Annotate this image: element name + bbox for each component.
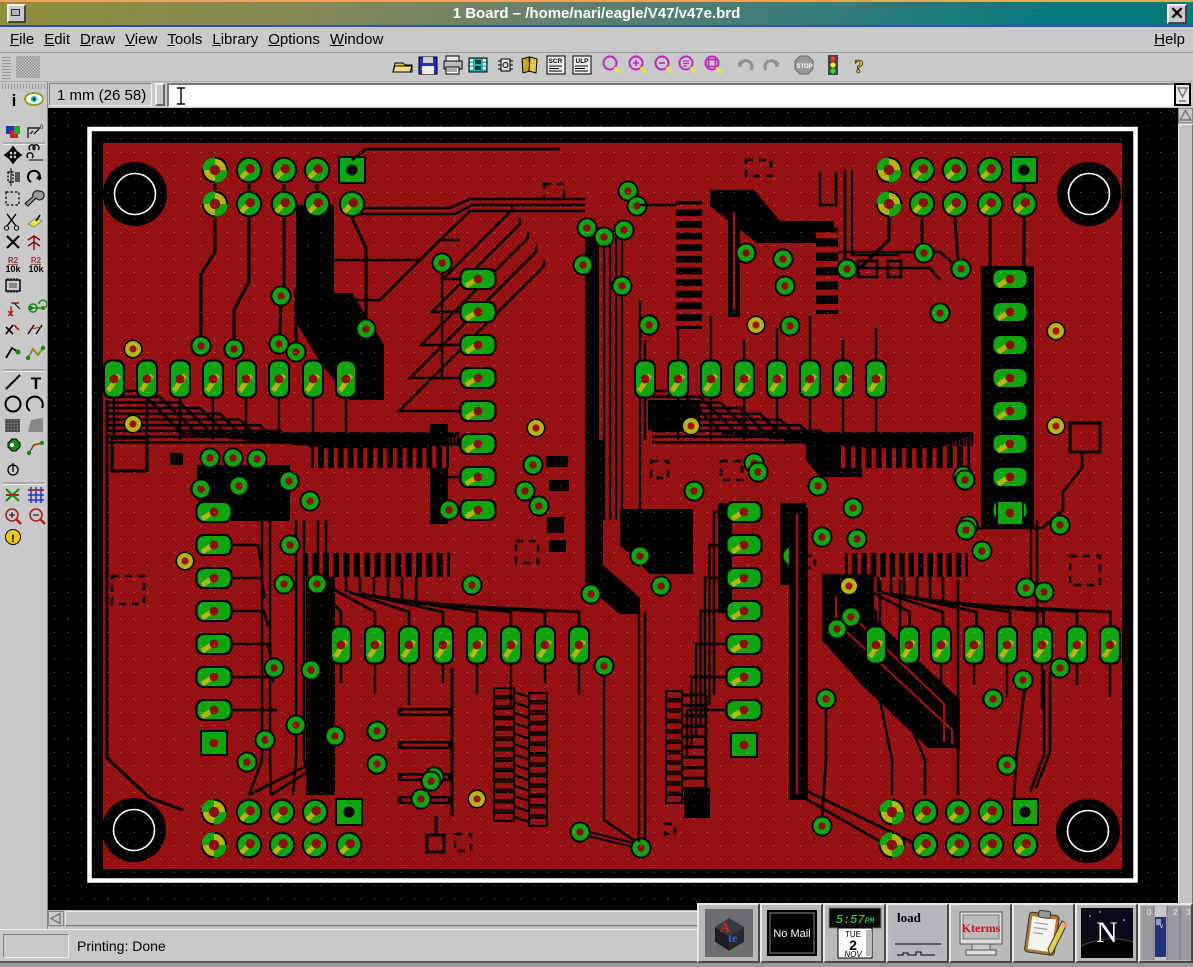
svg-text:STOP: STOP	[797, 64, 813, 70]
svg-text:Kterms: Kterms	[962, 921, 1001, 935]
svg-text:!: !	[11, 533, 15, 545]
svg-text:?: ?	[854, 56, 864, 78]
svg-text:No Mail: No Mail	[773, 928, 810, 940]
svg-text:r: r	[733, 942, 739, 956]
svg-text:ULP: ULP	[576, 58, 590, 65]
svg-text:2: 2	[1173, 908, 1178, 917]
svg-text:0: 0	[40, 125, 44, 131]
svg-text:load: load	[897, 910, 922, 925]
svg-text:N: N	[1096, 916, 1118, 949]
svg-text:SCR: SCR	[549, 58, 563, 65]
svg-text:i: i	[12, 91, 17, 110]
svg-text:NOV: NOV	[844, 950, 862, 959]
svg-text:3: 3	[1186, 908, 1191, 917]
svg-text:10k: 10k	[5, 264, 21, 274]
svg-text:10k: 10k	[28, 264, 44, 274]
svg-text:v: v	[1160, 924, 1163, 930]
svg-text:T: T	[31, 374, 42, 393]
svg-text:0: 0	[1147, 908, 1152, 917]
